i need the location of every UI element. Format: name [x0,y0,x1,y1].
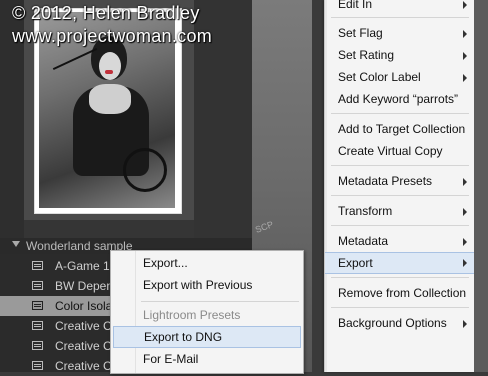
menu-item-label: Remove from Collection [338,286,467,300]
menu-item-label: Set Rating [338,48,395,62]
submenu-item-export-with-previous[interactable]: Export with Previous [111,274,303,296]
submenu-arrow-icon [463,30,467,38]
menu-separator [331,225,469,226]
menu-item-background-options[interactable]: Background Options [325,312,475,334]
collection-icon [32,281,43,290]
disclosure-triangle-icon[interactable] [12,241,20,247]
menu-item-add-keyword[interactable]: Add Keyword “parrots” [325,88,475,110]
menu-separator [331,307,469,308]
background-right-edge [474,0,488,372]
collection-label: Creative C [55,359,112,373]
collection-icon [32,341,43,350]
submenu-arrow-icon [463,259,467,267]
submenu-arrow-icon [463,208,467,216]
submenu-item-export-to-dng[interactable]: Export to DNG [113,326,301,348]
collection-label: A-Game 1 [55,259,110,273]
menu-item-label: Create Virtual Copy [338,144,443,158]
submenu-arrow-icon [463,74,467,82]
submenu-item-label: Export to DNG [144,330,223,344]
menu-item-label: Transform [338,204,393,218]
submenu-item-label: Export... [143,256,188,270]
menu-item-set-rating[interactable]: Set Rating [325,44,475,66]
collection-icon [32,321,43,330]
submenu-arrow-icon [463,52,467,60]
menu-item-edit-in[interactable]: Edit In [325,0,475,15]
menu-item-export[interactable]: Export [325,252,475,274]
submenu-item-for-email[interactable]: For E-Mail [111,348,303,370]
menu-item-create-virtual-copy[interactable]: Create Virtual Copy [325,140,475,162]
menu-separator [331,195,469,196]
menu-item-metadata[interactable]: Metadata [325,230,475,252]
collection-label: Creative C [55,339,112,353]
menu-item-label: Background Options [338,316,447,330]
collection-icon [32,301,43,310]
menu-item-label: Add Keyword “parrots” [338,92,459,106]
context-menu: Edit In Set Flag Set Rating Set Color La… [324,0,475,372]
collection-label: Color Isola [55,299,113,313]
menu-item-label: Add to Target Collection [338,122,466,136]
menu-item-label: Metadata [338,234,389,248]
menu-item-transform[interactable]: Transform [325,200,475,222]
menu-item-add-to-target-collection[interactable]: Add to Target Collection [325,118,475,140]
menu-item-label: Set Color Label [338,70,421,84]
submenu-arrow-icon [463,320,467,328]
export-submenu: Export... Export with Previous Lightroom… [110,250,304,374]
photo-figure-chest [89,84,131,114]
submenu-presets-header: Lightroom Presets [143,308,241,322]
collection-label: Creative C [55,319,112,333]
submenu-item-label: For E-Mail [143,352,199,366]
menu-separator [331,277,469,278]
menu-separator [331,165,469,166]
watermark-copyright: © 2012, Helen Bradley [12,3,200,23]
submenu-arrow-icon [463,238,467,246]
watermark-url: www.projectwoman.com [12,26,213,46]
photo-figure-face [99,52,121,80]
collection-label: BW Depen [55,279,114,293]
menu-separator [331,17,469,18]
menu-item-label: Edit In [338,0,373,11]
menu-item-set-flag[interactable]: Set Flag [325,22,475,44]
submenu-item-label: Export with Previous [143,278,253,292]
collection-icon [32,361,43,370]
menu-item-label: Export [338,256,373,270]
submenu-arrow-icon [463,178,467,186]
photo-figure-lips [105,70,113,74]
menu-item-label: Set Flag [338,26,383,40]
menu-separator [331,113,469,114]
menu-item-set-color-label[interactable]: Set Color Label [325,66,475,88]
menu-item-label: Metadata Presets [338,174,433,188]
photo-bicycle-wheel [123,148,167,192]
submenu-separator [141,301,299,302]
menu-item-remove-from-collection[interactable]: Remove from Collection [325,282,475,304]
submenu-item-export[interactable]: Export... [111,252,303,274]
collection-icon [32,261,43,270]
menu-item-metadata-presets[interactable]: Metadata Presets [325,170,475,192]
submenu-arrow-icon [463,1,467,9]
